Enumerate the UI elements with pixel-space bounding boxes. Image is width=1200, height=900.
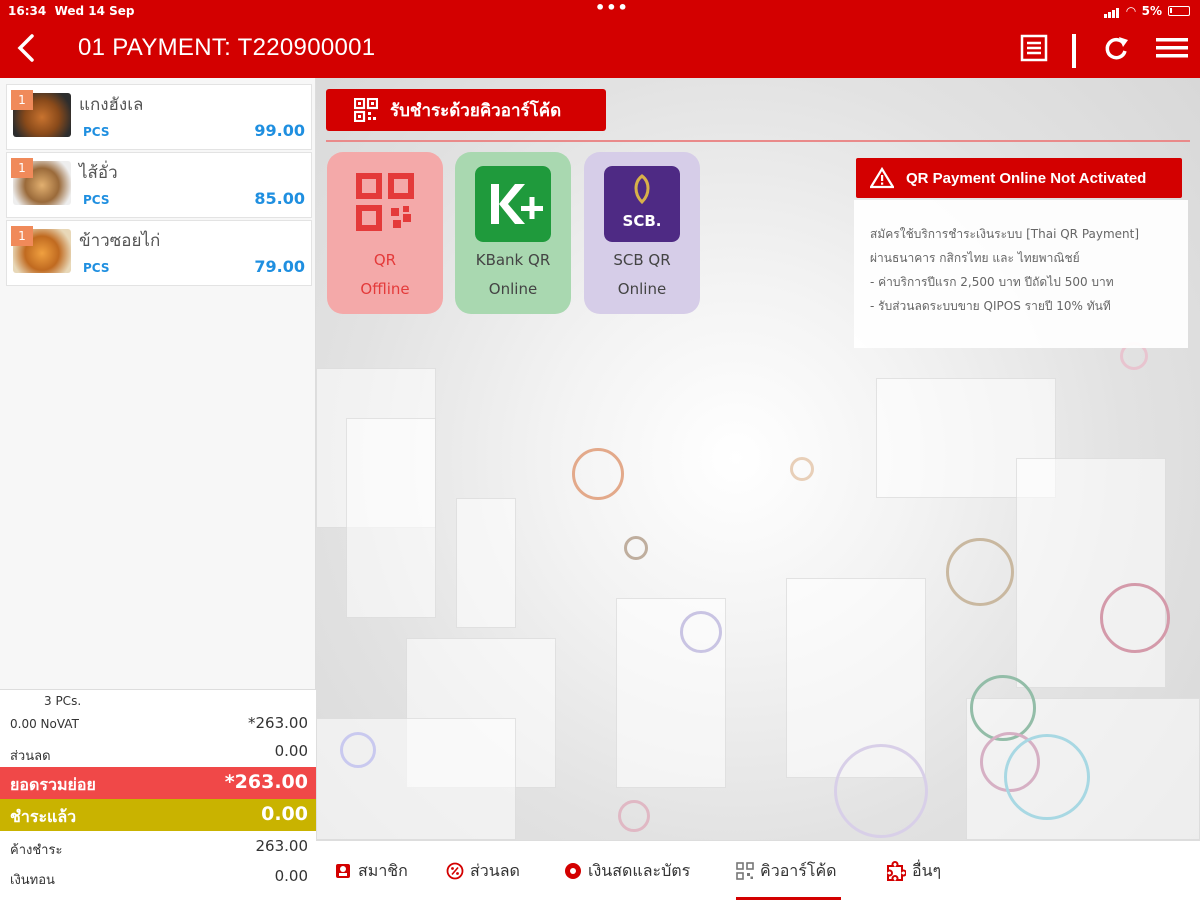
order-item[interactable]: 1 ข้าวซอยไก่ PCS 79.00 — [6, 220, 312, 286]
tab-member-label: สมาชิก — [358, 860, 408, 880]
header-separator — [326, 140, 1190, 142]
qty-badge: 1 — [11, 158, 33, 178]
tab-member[interactable]: สมาชิก — [334, 857, 408, 885]
qr-payment-header-label: รับชำระด้วยคิวอาร์โค้ด — [390, 100, 562, 121]
battery-icon — [1168, 6, 1190, 16]
item-name: ไส้อั่ว — [79, 163, 118, 183]
back-arrow-icon[interactable] — [12, 30, 42, 66]
bg-block — [346, 418, 436, 618]
item-price: 99.00 — [254, 121, 305, 140]
tab-cash-card-label: เงินสดและบัตร — [588, 860, 691, 880]
tab-other-label: อื่นๆ — [912, 860, 942, 880]
qr-code-icon — [354, 98, 378, 122]
note-line: - รับส่วนลดระบบขาย QIPOS รายปี 10% ทันที — [870, 299, 1111, 313]
bg-circle — [790, 457, 814, 481]
order-item[interactable]: 1 ไส้อั่ว PCS 85.00 — [6, 152, 312, 218]
bg-circle — [340, 732, 376, 768]
bg-block — [456, 498, 516, 628]
paid-band: ชำระแล้ว 0.00 — [0, 799, 316, 831]
qr-code-icon — [356, 173, 414, 231]
qr-offline-button[interactable]: QR Offline — [327, 152, 443, 314]
item-unit: PCS — [83, 193, 110, 207]
refresh-icon[interactable] — [1100, 32, 1132, 64]
kbank-label-2: Online — [488, 280, 538, 298]
qr-activation-note: สมัครใช้บริการชำระเงินระบบ [Thai QR Paym… — [854, 200, 1188, 348]
svg-text:SCB.: SCB. — [623, 212, 662, 230]
bg-circle — [970, 675, 1036, 741]
order-summary: 3 PCs. 0.00 NoVAT *263.00 ส่วนลด 0.00 ยอ… — [0, 689, 316, 900]
qr-online-warning-banner: QR Payment Online Not Activated — [856, 158, 1182, 198]
hamburger-menu-icon[interactable] — [1155, 32, 1189, 64]
order-item[interactable]: 1 แกงฮังเล PCS 99.00 — [6, 84, 312, 150]
item-name: ข้าวซอยไก่ — [79, 231, 161, 251]
tab-other[interactable]: อื่นๆ — [884, 857, 941, 885]
payment-method-tabs: สมาชิก ส่วนลด เงินสดและบัตร คิวอาร์โค้ด … — [316, 840, 1200, 900]
bg-block — [786, 578, 926, 778]
note-line: - ค่าบริการปีแรก 2,500 บาท ปีถัดไป 500 บ… — [870, 275, 1114, 289]
battery-level: 5% — [1141, 4, 1162, 18]
item-price: 79.00 — [254, 257, 305, 276]
receipt-list-icon[interactable] — [1018, 32, 1050, 64]
qty-badge: 1 — [11, 90, 33, 110]
bg-circle — [680, 611, 722, 653]
qr-code-icon — [736, 862, 754, 880]
app-header: 16:34 Wed 14 Sep ••• ◠ 5% 01 PAYMENT: T2… — [0, 0, 1200, 78]
bg-circle — [572, 448, 624, 500]
order-panel: 1 แกงฮังเล PCS 99.00 1 ไส้อั่ว PCS 85.00… — [0, 78, 316, 900]
member-card-icon — [336, 864, 350, 878]
warning-title: QR Payment Online Not Activated — [906, 169, 1147, 187]
multitask-dots-icon[interactable]: ••• — [595, 0, 629, 17]
kbank-label-1: KBank QR — [475, 251, 551, 269]
item-name: แกงฮังเล — [79, 95, 144, 115]
bg-circle — [1100, 583, 1170, 653]
note-line: ผ่านธนาคาร กสิกรไทย และ ไทยพาณิชย์ — [870, 251, 1080, 265]
warning-triangle-icon — [870, 167, 894, 189]
bg-circle — [618, 800, 650, 832]
discount-icon — [446, 862, 464, 880]
item-price: 85.00 — [254, 189, 305, 208]
bg-circle — [946, 538, 1014, 606]
scb-logo-icon: SCB. — [604, 166, 680, 242]
subtotal-band: ยอดรวมย่อย *263.00 — [0, 767, 316, 799]
bg-circle — [1004, 734, 1090, 820]
tab-qr-code-label: คิวอาร์โค้ด — [760, 860, 837, 880]
qr-offline-label-1: QR — [373, 251, 397, 269]
wifi-icon: ◠ — [1126, 4, 1136, 18]
tab-qr-code[interactable]: คิวอาร์โค้ด — [736, 857, 841, 900]
tab-discount[interactable]: ส่วนลด — [446, 857, 520, 885]
page-title: 01 PAYMENT: T220900001 — [78, 34, 376, 61]
tab-cash-card[interactable]: เงินสดและบัตร — [564, 857, 690, 885]
qty-badge: 1 — [11, 226, 33, 246]
signal-icon — [1104, 4, 1120, 18]
qr-offline-label-2: Offline — [360, 280, 410, 298]
bg-circle — [834, 744, 928, 838]
header-divider — [1072, 34, 1076, 68]
kbank-qr-online-button[interactable]: KBank QR Online — [455, 152, 571, 314]
tab-discount-label: ส่วนลด — [470, 860, 520, 880]
kbank-logo-icon — [475, 166, 551, 242]
status-bar: 16:34 Wed 14 Sep ••• ◠ 5% — [8, 0, 1190, 22]
item-unit: PCS — [83, 125, 110, 139]
cash-card-icon — [565, 863, 581, 879]
scb-qr-online-button[interactable]: SCB. SCB QR Online — [584, 152, 700, 314]
note-line: สมัครใช้บริการชำระเงินระบบ [Thai QR Paym… — [870, 227, 1140, 241]
payment-main-area: รับชำระด้วยคิวอาร์โค้ด QR Offline KBank … — [316, 78, 1200, 840]
puzzle-icon — [887, 861, 906, 881]
item-unit: PCS — [83, 261, 110, 275]
bg-block — [1016, 458, 1166, 688]
status-time: 16:34 Wed 14 Sep — [8, 4, 135, 18]
scb-label-2: Online — [617, 280, 667, 298]
scb-label-1: SCB QR — [613, 251, 671, 269]
qr-payment-header-button[interactable]: รับชำระด้วยคิวอาร์โค้ด — [326, 89, 606, 131]
bg-circle — [624, 536, 648, 560]
